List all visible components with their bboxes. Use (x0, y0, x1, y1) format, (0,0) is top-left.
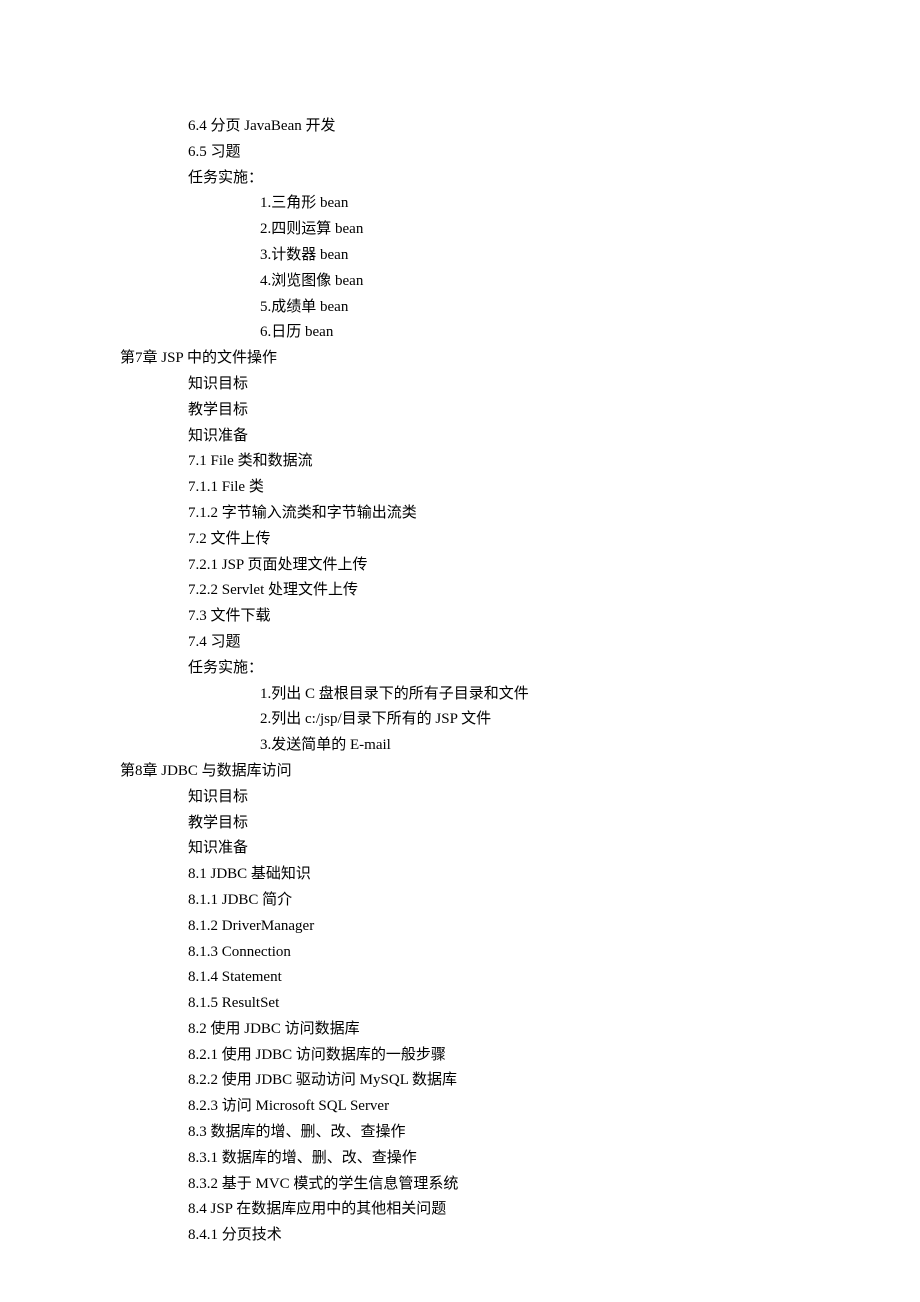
toc-section-item: 8.3.1 数据库的增、删、改、查操作 (120, 1146, 840, 1172)
toc-task-item: 3.计数器 bean (120, 243, 840, 269)
toc-section-item: 7.3 文件下载 (120, 604, 840, 630)
toc-section-item: 8.2.2 使用 JDBC 驱动访问 MySQL 数据库 (120, 1068, 840, 1094)
toc-section-item: 知识准备 (120, 836, 840, 862)
toc-section-item: 教学目标 (120, 398, 840, 424)
toc-section-item: 8.3 数据库的增、删、改、查操作 (120, 1120, 840, 1146)
toc-section-item: 6.4 分页 JavaBean 开发 (120, 114, 840, 140)
toc-section-item: 8.1.5 ResultSet (120, 991, 840, 1017)
toc-section-item: 8.4 JSP 在数据库应用中的其他相关问题 (120, 1197, 840, 1223)
toc-task-item: 4.浏览图像 bean (120, 269, 840, 295)
toc-task-item: 2.四则运算 bean (120, 217, 840, 243)
toc-section-item: 6.5 习题 (120, 140, 840, 166)
toc-section-item: 8.3.2 基于 MVC 模式的学生信息管理系统 (120, 1172, 840, 1198)
document-page: 6.4 分页 JavaBean 开发6.5 习题任务实施：1.三角形 bean2… (0, 0, 920, 1302)
toc-section-item: 知识目标 (120, 372, 840, 398)
toc-section-item: 8.2.3 访问 Microsoft SQL Server (120, 1094, 840, 1120)
toc-chapter-heading: 第8章 JDBC 与数据库访问 (120, 759, 840, 785)
toc-section-item: 7.4 习题 (120, 630, 840, 656)
toc-section-item: 7.1.1 File 类 (120, 475, 840, 501)
toc-section-item: 8.1.3 Connection (120, 940, 840, 966)
toc-section-item: 7.2 文件上传 (120, 527, 840, 553)
toc-section-item: 7.2.2 Servlet 处理文件上传 (120, 578, 840, 604)
toc-section-item: 8.1.4 Statement (120, 965, 840, 991)
toc-section-item: 8.1.1 JDBC 简介 (120, 888, 840, 914)
toc-task-item: 3.发送简单的 E-mail (120, 733, 840, 759)
toc-section-item: 8.2 使用 JDBC 访问数据库 (120, 1017, 840, 1043)
toc-task-item: 1.列出 C 盘根目录下的所有子目录和文件 (120, 682, 840, 708)
toc-section-item: 教学目标 (120, 811, 840, 837)
toc-task-item: 1.三角形 bean (120, 191, 840, 217)
toc-section-item: 7.2.1 JSP 页面处理文件上传 (120, 553, 840, 579)
toc-section-item: 8.4.1 分页技术 (120, 1223, 840, 1249)
toc-section-item: 任务实施： (120, 166, 840, 192)
toc-section-item: 8.1 JDBC 基础知识 (120, 862, 840, 888)
toc-section-item: 8.2.1 使用 JDBC 访问数据库的一般步骤 (120, 1043, 840, 1069)
toc-chapter-heading: 第7章 JSP 中的文件操作 (120, 346, 840, 372)
toc-section-item: 任务实施： (120, 656, 840, 682)
toc-section-item: 8.1.2 DriverManager (120, 914, 840, 940)
toc-section-item: 知识目标 (120, 785, 840, 811)
toc-section-item: 知识准备 (120, 424, 840, 450)
toc-task-item: 2.列出 c:/jsp/目录下所有的 JSP 文件 (120, 707, 840, 733)
table-of-contents: 6.4 分页 JavaBean 开发6.5 习题任务实施：1.三角形 bean2… (120, 114, 840, 1249)
toc-section-item: 7.1.2 字节输入流类和字节输出流类 (120, 501, 840, 527)
toc-task-item: 6.日历 bean (120, 320, 840, 346)
toc-task-item: 5.成绩单 bean (120, 295, 840, 321)
toc-section-item: 7.1 File 类和数据流 (120, 449, 840, 475)
